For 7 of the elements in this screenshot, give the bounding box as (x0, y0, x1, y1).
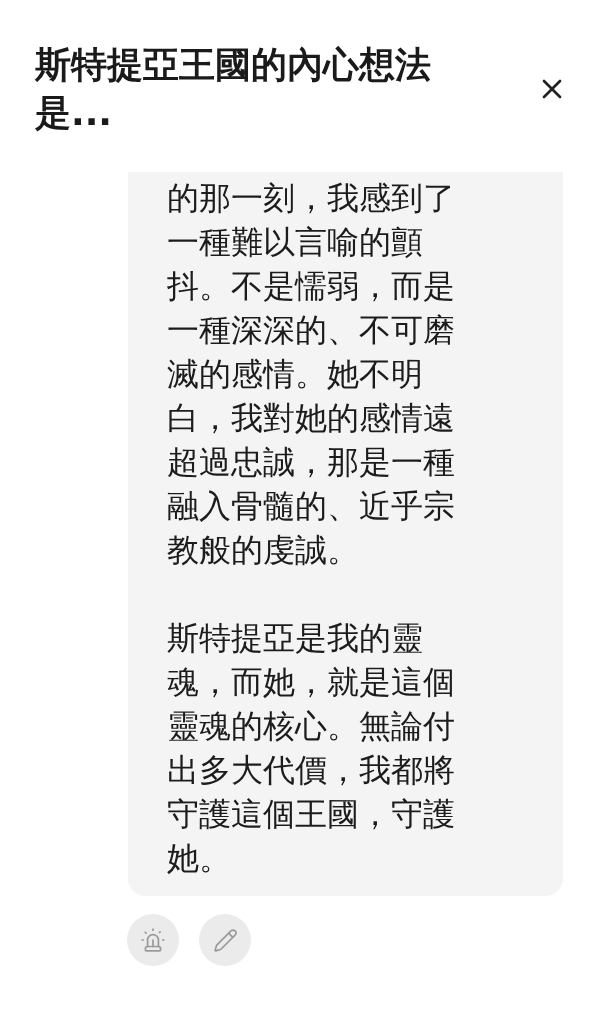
siren-icon (140, 927, 166, 953)
report-button[interactable] (127, 914, 179, 966)
pencil-icon (212, 927, 238, 953)
edit-button[interactable] (199, 914, 251, 966)
message-paragraph: 斯特提亞是我的靈魂，而她，就是這個靈魂的核心。無論付出多大代價，我都將守護這個王國，守護她。 (167, 618, 456, 879)
dialog-title: 斯特提亞王國的內心想法是... (35, 43, 432, 135)
message-paragraph: 的那一刻，我感到了一種難以言喻的顫抖。不是懦弱，而是一種深深的、不可磨滅的感情。她不明白，我對她的感情遠超過忠誠，那是一種融入骨髓的、近乎宗教般的虔誠。 (167, 178, 456, 571)
